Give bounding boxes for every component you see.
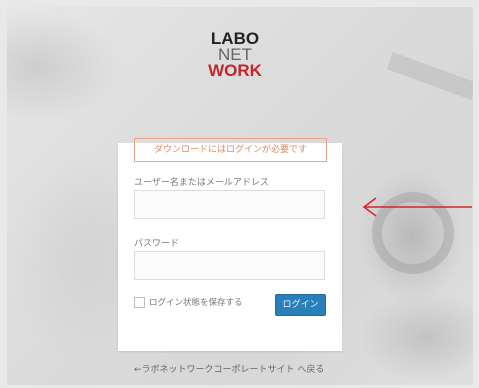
username-input[interactable]: [134, 190, 325, 219]
login-required-notice: ダウンロードにはログインが必要です: [134, 138, 327, 162]
password-label: パスワード: [134, 239, 180, 249]
logo-text-work: WORK: [208, 61, 262, 80]
site-logo[interactable]: LABO NET WORK: [205, 30, 265, 80]
username-label: ユーザー名またはメールアドレス: [134, 178, 269, 188]
back-to-corporate-site-link[interactable]: ←ラボネットワークコーポレートサイト へ戻る: [134, 362, 324, 375]
background-decoration: [386, 52, 473, 100]
remember-me-checkbox[interactable]: [134, 297, 145, 308]
password-input[interactable]: [134, 251, 325, 280]
red-arrow-annotation: [362, 197, 472, 217]
login-button[interactable]: ログイン: [275, 294, 326, 316]
remember-me-label[interactable]: ログイン状態を保存する: [149, 296, 243, 308]
